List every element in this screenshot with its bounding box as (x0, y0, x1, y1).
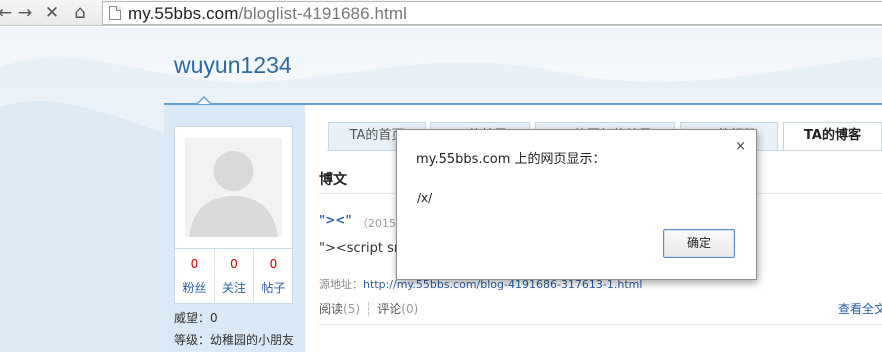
stat-fans[interactable]: 0 粉丝 (175, 249, 214, 304)
post-excerpt: "><script src (319, 241, 407, 256)
dialog-title: my.55bbs.com 上的网页显示： (416, 152, 606, 167)
tab-blog[interactable]: TA的博客 (783, 122, 882, 151)
home-icon[interactable]: ⌂ (69, 2, 91, 24)
meta-separator: ┆ (365, 302, 373, 316)
prestige-row: 威望：0 (174, 311, 218, 325)
read-full-link[interactable]: 查看全文 (838, 300, 882, 317)
profile-sidebar: 0 粉丝 0 关注 0 帖子 威望：0 等级：幼稚园的小朋友 (164, 105, 305, 352)
forward-icon[interactable]: → (14, 2, 36, 24)
avatar[interactable] (174, 126, 293, 249)
post-meta: 阅读(5) ┆ 评论(0) (319, 300, 418, 317)
profile-stats: 0 粉丝 0 关注 0 帖子 (174, 249, 293, 304)
alert-dialog: my.55bbs.com 上的网页显示： × /x/ 确定 (396, 129, 757, 280)
browser-toolbar: ← → ✕ ⌂ my.55bbs.com/bloglist-4191686.ht… (0, 0, 882, 26)
ok-button[interactable]: 确定 (663, 229, 735, 258)
post-title-link[interactable]: "><" (319, 213, 352, 227)
page-icon (109, 6, 121, 20)
address-bar[interactable]: my.55bbs.com/bloglist-4191686.html (102, 1, 882, 25)
section-title: 博文 (319, 172, 347, 188)
username-title: wuyun1234 (174, 52, 292, 78)
read-count: (5) (343, 302, 361, 316)
level-row: 等级：幼稚园的小朋友 (174, 333, 295, 347)
comment-label[interactable]: 评论 (377, 302, 401, 316)
fans-count: 0 (190, 257, 199, 271)
close-icon[interactable]: × (735, 139, 746, 154)
stop-icon[interactable]: ✕ (41, 2, 63, 24)
address-url[interactable]: my.55bbs.com/bloglist-4191686.html (128, 4, 407, 24)
post-divider (319, 324, 882, 325)
read-label[interactable]: 阅读 (319, 302, 343, 316)
posts-count: 0 (269, 257, 278, 271)
stat-following[interactable]: 0 关注 (214, 249, 253, 304)
default-avatar-icon (185, 138, 282, 237)
fans-link[interactable]: 粉丝 (175, 279, 214, 296)
stat-posts[interactable]: 0 帖子 (253, 249, 293, 304)
following-count: 0 (230, 257, 238, 271)
dialog-message: /x/ (417, 191, 433, 205)
posts-link[interactable]: 帖子 (254, 279, 293, 296)
header-pointer (197, 96, 211, 104)
following-link[interactable]: 关注 (215, 279, 253, 296)
comment-count: (0) (401, 302, 419, 316)
